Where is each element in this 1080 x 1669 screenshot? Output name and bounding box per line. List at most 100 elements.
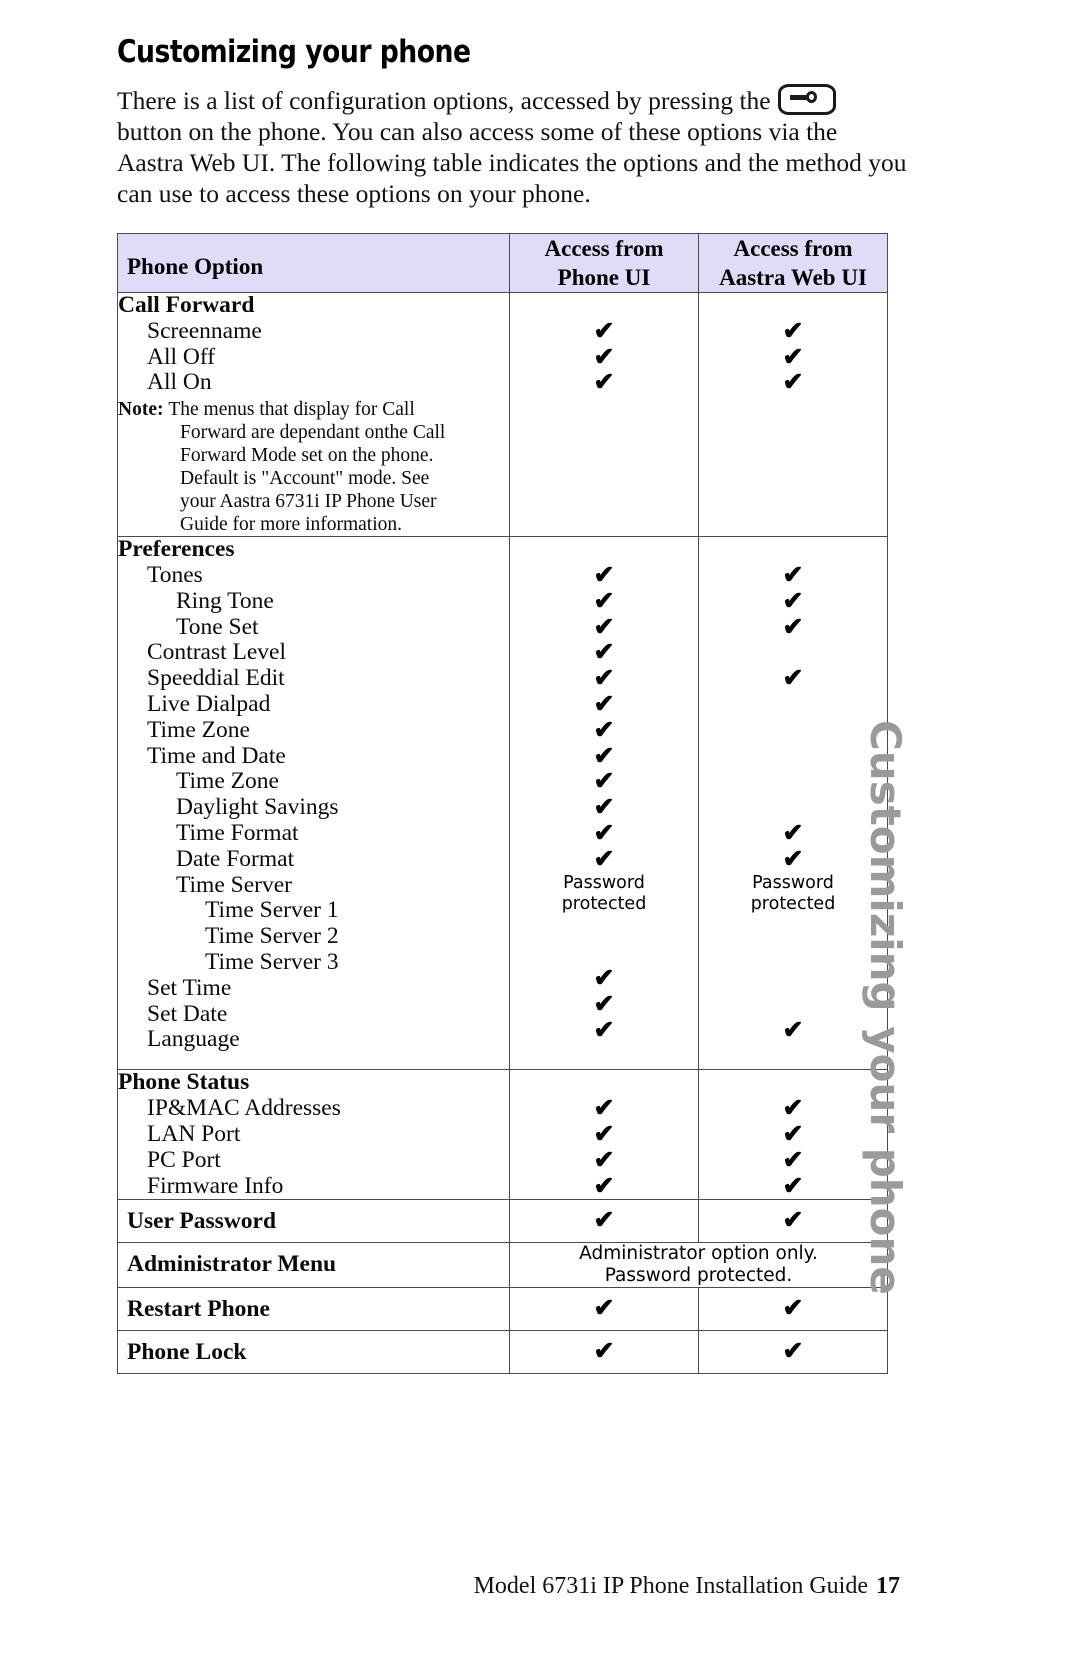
option-label: Speeddial Edit bbox=[147, 665, 285, 692]
checkmark-icon: ✔ bbox=[593, 990, 615, 1018]
option-label: Screenname bbox=[147, 317, 262, 344]
note-label: Note: bbox=[118, 399, 169, 421]
option-label: PC Port bbox=[147, 1146, 221, 1173]
option-label: Ring Tone bbox=[176, 587, 274, 614]
option-label: Language bbox=[147, 1026, 240, 1053]
checkmark-icon: ✔ bbox=[782, 1120, 804, 1148]
footer-page-number: 17 bbox=[876, 1573, 900, 1599]
checkmark-icon: ✔ bbox=[782, 1338, 804, 1366]
page-title: Customizing your phone bbox=[117, 34, 471, 70]
checkmark-icon: ✔ bbox=[782, 1172, 804, 1200]
password-protected-line2: protected bbox=[750, 893, 836, 914]
note-line: your Aastra 6731i IP Phone User bbox=[180, 491, 437, 513]
table-row: Restart Phone ✔ ✔ bbox=[117, 1287, 888, 1332]
empty-cell-spacer: ✔ bbox=[510, 915, 698, 941]
option-label: All On bbox=[147, 369, 212, 396]
table-row: Phone Lock ✔ ✔ bbox=[117, 1330, 888, 1375]
column-header-access-web-ui-line2: Aastra Web UI bbox=[719, 265, 867, 290]
checkmark-icon: ✔ bbox=[782, 1295, 804, 1323]
column-header-access-phone-ui-line1: Access from bbox=[544, 236, 664, 261]
phone-options-button-icon-key bbox=[806, 91, 817, 103]
checkmark-icon: ✔ bbox=[782, 819, 804, 847]
table-row: Phone Status IP&MAC Addresses LAN Port PC P… bbox=[117, 1069, 888, 1201]
column-header-access-web-ui: Access from Aastra Web UI bbox=[698, 233, 888, 293]
table-row: User Password ✔ ✔ bbox=[117, 1199, 888, 1244]
checkmark-icon: ✔ bbox=[782, 1207, 804, 1235]
option-label: LAN Port bbox=[147, 1120, 241, 1147]
option-label: Firmware Info bbox=[147, 1172, 284, 1199]
administrator-note-line2: Password protected. bbox=[604, 1265, 793, 1287]
intro-text-part2: button on the phone. You can also access… bbox=[117, 117, 907, 208]
phone-options-button-icon-bar bbox=[790, 94, 807, 100]
checkmark-icon: ✔ bbox=[593, 1146, 615, 1174]
checkmark-icon: ✔ bbox=[782, 561, 804, 589]
checkmark-icon: ✔ bbox=[593, 1172, 615, 1200]
table-header-row: Phone Option Access from Phone UI Access… bbox=[117, 233, 888, 293]
intro-paragraph: There is a list of configuration options… bbox=[117, 84, 907, 209]
phone-ui-cell-preferences: ✔✔✔✔✔✔✔✔✔✔✔✔✔Passwordprotected✔✔✔✔✔✔ bbox=[509, 536, 699, 1071]
checkmark-icon: ✔ bbox=[593, 343, 615, 371]
password-protected-text: Password protected bbox=[699, 873, 887, 915]
administrator-note-line1: Administrator option only. bbox=[579, 1243, 818, 1265]
administrator-access-note: Administrator option only. Password prote… bbox=[509, 1242, 888, 1289]
web-ui-cell-preferences: ✔✔✔✔✔✔✔✔✔✔✔✔✔Passwordprotected✔✔✔✔✔✔ bbox=[698, 536, 888, 1071]
empty-cell-spacer: ✔ bbox=[699, 795, 887, 821]
column-header-access-phone-ui-line2: Phone UI bbox=[557, 265, 651, 290]
checkmark-icon: ✔ bbox=[593, 1338, 615, 1366]
note-line: Forward Mode set on the phone. bbox=[180, 445, 434, 467]
empty-cell-spacer: ✔ bbox=[699, 718, 887, 744]
option-label: All Off bbox=[147, 343, 216, 370]
sidebar-running-head: Customizing your phone bbox=[861, 720, 910, 1295]
web-ui-cell-phone-lock: ✔ bbox=[698, 1330, 888, 1375]
checkmark-icon: ✔ bbox=[593, 369, 615, 397]
phone-ui-cell-user-password: ✔ bbox=[509, 1199, 699, 1244]
phone-ui-cell-restart-phone: ✔ bbox=[509, 1287, 699, 1332]
checkmark-icon: ✔ bbox=[782, 665, 804, 693]
empty-cell-spacer: ✔ bbox=[510, 293, 698, 319]
empty-cell-spacer: ✔ bbox=[699, 915, 887, 941]
option-label: Restart Phone bbox=[127, 1296, 270, 1323]
checkmark-icon: ✔ bbox=[593, 561, 615, 589]
option-label: Phone Status bbox=[118, 1069, 250, 1096]
option-cell-administrator-menu: Administrator Menu bbox=[117, 1242, 510, 1289]
checkmark-icon: ✔ bbox=[593, 639, 615, 667]
table-row: Administrator Menu Administrator option o… bbox=[117, 1242, 888, 1289]
phone-options-button-icon bbox=[778, 84, 836, 115]
empty-cell-spacer: ✔ bbox=[510, 1070, 698, 1096]
option-label: Set Time bbox=[147, 974, 232, 1001]
option-label: Time Server 1 bbox=[205, 897, 339, 924]
checkmark-icon: ✔ bbox=[782, 343, 804, 371]
option-label: Contrast Level bbox=[147, 639, 287, 666]
table-header: Phone Option Access from Phone UI Access… bbox=[117, 233, 888, 293]
note-line: Default is "Account" mode. See bbox=[180, 468, 430, 490]
web-ui-cell-phone-status: ✔✔✔✔✔ bbox=[698, 1069, 888, 1201]
table-body: Call Forward Screenname All Off All On Note:… bbox=[117, 291, 888, 1375]
empty-cell-spacer: ✔ bbox=[699, 992, 887, 1018]
web-ui-cell-user-password: ✔ bbox=[698, 1199, 888, 1244]
option-label: Time Zone bbox=[176, 768, 279, 795]
table-row: Preferences Tones Ring Tone Tone Set Contras… bbox=[117, 536, 888, 1071]
option-cell-phone-status: Phone Status IP&MAC Addresses LAN Port PC P… bbox=[117, 1069, 510, 1201]
checkmark-icon: ✔ bbox=[593, 716, 615, 744]
empty-cell-spacer: ✔ bbox=[699, 769, 887, 795]
option-label: Live Dialpad bbox=[147, 690, 271, 717]
intro-text-part1: There is a list of configuration options… bbox=[117, 86, 777, 115]
column-header-access-web-ui-line1: Access from bbox=[733, 236, 853, 261]
option-cell-user-password: User Password bbox=[117, 1199, 510, 1244]
checkmark-icon: ✔ bbox=[593, 665, 615, 693]
empty-cell-spacer: ✔ bbox=[699, 1044, 887, 1070]
empty-cell-spacer: ✔ bbox=[699, 940, 887, 966]
checkmark-icon: ✔ bbox=[782, 587, 804, 615]
empty-cell-spacer: ✔ bbox=[699, 537, 887, 563]
option-label: Phone Lock bbox=[127, 1339, 247, 1366]
option-cell-phone-lock: Phone Lock bbox=[117, 1330, 510, 1375]
option-label: Time and Date bbox=[147, 742, 286, 769]
password-protected-line2: protected bbox=[561, 893, 647, 914]
checkmark-icon: ✔ bbox=[782, 845, 804, 873]
checkmark-icon: ✔ bbox=[593, 690, 615, 718]
column-header-access-phone-ui: Access from Phone UI bbox=[509, 233, 699, 293]
web-ui-cell-restart-phone: ✔ bbox=[698, 1287, 888, 1332]
empty-cell-spacer: ✔ bbox=[699, 692, 887, 718]
checkmark-icon: ✔ bbox=[593, 1207, 615, 1235]
note-line: The menus that display for Call bbox=[168, 399, 415, 421]
